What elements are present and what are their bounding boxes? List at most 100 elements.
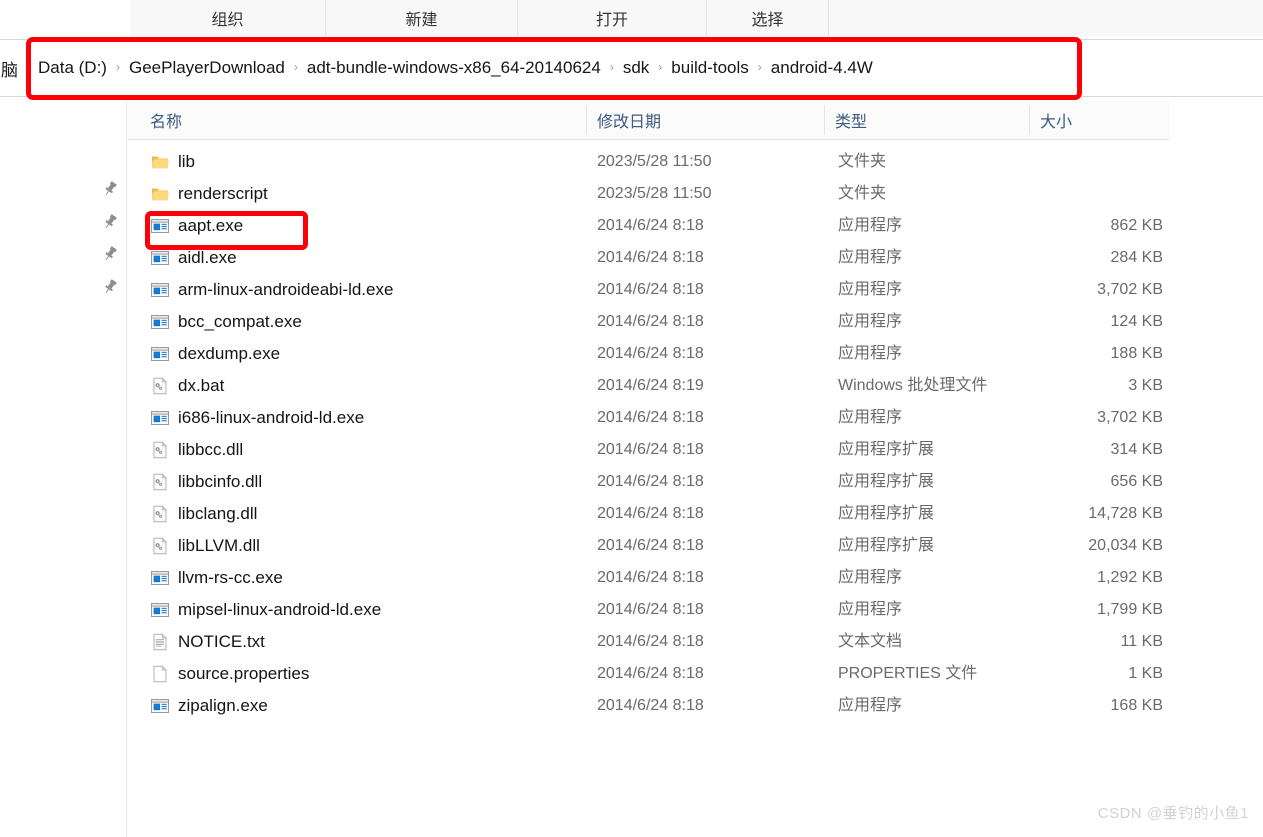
file-type: 应用程序 bbox=[838, 345, 903, 362]
exe-icon bbox=[150, 280, 170, 300]
column-header-size[interactable]: 大小 bbox=[1040, 101, 1072, 139]
file-name[interactable]: libbcinfo.dll bbox=[178, 466, 262, 498]
table-row[interactable]: libclang.dll 2014/6/24 8:18 应用程序扩展 14,728 K… bbox=[128, 498, 1263, 530]
column-header-name[interactable]: 名称 bbox=[150, 101, 182, 139]
file-modified-date: 2014/6/24 8:18 bbox=[597, 249, 704, 266]
table-row[interactable]: lib 2023/5/28 11:50 文件夹 bbox=[128, 146, 1263, 178]
file-modified-date: 2014/6/24 8:18 bbox=[597, 313, 704, 330]
column-header-type-label: 类型 bbox=[835, 114, 868, 131]
file-explorer-window: 组织 新建 打开 选择 脑 › Data (D:) › GeePlayerDow… bbox=[0, 0, 1263, 837]
table-row[interactable]: mipsel-linux-android-ld.exe 2014/6/24 8:1… bbox=[128, 594, 1263, 626]
file-name[interactable]: dx.bat bbox=[178, 370, 224, 402]
dll-icon bbox=[150, 440, 170, 460]
table-row[interactable]: llvm-rs-cc.exe 2014/6/24 8:18 应用程序 1,292 KB bbox=[128, 562, 1263, 594]
column-divider[interactable] bbox=[1029, 105, 1030, 135]
breadcrumb-truncated-root[interactable]: 脑 bbox=[0, 56, 20, 81]
file-size: 656 KB bbox=[1110, 473, 1163, 490]
pin-icon[interactable] bbox=[101, 245, 119, 263]
table-row[interactable]: bcc_compat.exe 2014/6/24 8:18 应用程序 124 KB bbox=[128, 306, 1263, 338]
file-name[interactable]: bcc_compat.exe bbox=[178, 306, 302, 338]
table-row[interactable]: aidl.exe 2014/6/24 8:18 应用程序 284 KB bbox=[128, 242, 1263, 274]
file-name[interactable]: zipalign.exe bbox=[178, 690, 268, 722]
table-row[interactable]: source.properties 2014/6/24 8:18 PROPERTIE… bbox=[128, 658, 1263, 690]
table-row[interactable]: aapt.exe 2014/6/24 8:18 应用程序 862 KB bbox=[128, 210, 1263, 242]
file-modified-date: 2014/6/24 8:19 bbox=[597, 377, 704, 394]
table-row[interactable]: libbcc.dll 2014/6/24 8:18 应用程序扩展 314 KB bbox=[128, 434, 1263, 466]
file-modified-date: 2014/6/24 8:18 bbox=[597, 505, 704, 522]
file-name[interactable]: source.properties bbox=[178, 658, 309, 690]
file-modified-date: 2014/6/24 8:18 bbox=[597, 409, 704, 426]
breadcrumb-item-adt-bundle[interactable]: adt-bundle-windows-x86_64-20140624 bbox=[303, 55, 605, 81]
file-name[interactable]: NOTICE.txt bbox=[178, 626, 265, 658]
breadcrumb-item-drive[interactable]: Data (D:) bbox=[34, 55, 111, 81]
column-header-row: 名称 修改日期 类型 大小 bbox=[128, 101, 1170, 140]
table-row[interactable]: arm-linux-androideabi-ld.exe 2014/6/24 8:… bbox=[128, 274, 1263, 306]
breadcrumb: 脑 › Data (D:) › GeePlayerDownload › adt-… bbox=[0, 44, 877, 92]
file-modified-date: 2014/6/24 8:18 bbox=[597, 697, 704, 714]
file-name[interactable]: dexdump.exe bbox=[178, 338, 280, 370]
chevron-right-icon: › bbox=[609, 60, 614, 74]
address-bar[interactable]: 脑 › Data (D:) › GeePlayerDownload › adt-… bbox=[0, 36, 1263, 100]
address-bar-top-divider bbox=[0, 39, 1263, 40]
chevron-right-icon: › bbox=[115, 60, 120, 74]
pin-icon[interactable] bbox=[101, 278, 119, 296]
file-size: 20,034 KB bbox=[1088, 537, 1163, 554]
file-type: 应用程序扩展 bbox=[838, 537, 935, 554]
column-header-size-label: 大小 bbox=[1040, 114, 1073, 131]
file-modified-date: 2014/6/24 8:18 bbox=[597, 281, 704, 298]
table-row[interactable]: libLLVM.dll 2014/6/24 8:18 应用程序扩展 20,034 KB bbox=[128, 530, 1263, 562]
dll-icon bbox=[150, 504, 170, 524]
file-name[interactable]: aidl.exe bbox=[178, 242, 237, 274]
file-name[interactable]: i686-linux-android-ld.exe bbox=[178, 402, 364, 434]
file-size: 3 KB bbox=[1128, 377, 1163, 394]
file-size: 124 KB bbox=[1110, 313, 1163, 330]
table-row[interactable]: libbcinfo.dll 2014/6/24 8:18 应用程序扩展 656 KB bbox=[128, 466, 1263, 498]
toolbar-button-organize[interactable]: 组织 bbox=[130, 0, 326, 36]
file-type: 文件夹 bbox=[838, 153, 887, 170]
column-divider[interactable] bbox=[586, 105, 587, 135]
file-name[interactable]: renderscript bbox=[178, 178, 268, 210]
table-row[interactable]: NOTICE.txt 2014/6/24 8:18 文本文档 11 KB bbox=[128, 626, 1263, 658]
exe-icon bbox=[150, 216, 170, 236]
file-type: 文本文档 bbox=[838, 633, 903, 650]
table-row[interactable]: renderscript 2023/5/28 11:50 文件夹 bbox=[128, 178, 1263, 210]
column-header-date-label: 修改日期 bbox=[597, 114, 662, 131]
pin-icon[interactable] bbox=[101, 180, 119, 198]
toolbar-button-open[interactable]: 打开 bbox=[518, 0, 707, 36]
file-name[interactable]: libLLVM.dll bbox=[178, 530, 260, 562]
pin-icon[interactable] bbox=[101, 213, 119, 231]
watermark: CSDN @垂钓的小鱼1 bbox=[1097, 805, 1249, 822]
file-name[interactable]: mipsel-linux-android-ld.exe bbox=[178, 594, 381, 626]
breadcrumb-item-geeplayerdownload[interactable]: GeePlayerDownload bbox=[125, 55, 289, 81]
file-name[interactable]: libbcc.dll bbox=[178, 434, 243, 466]
file-size: 3,702 KB bbox=[1097, 409, 1163, 426]
column-divider[interactable] bbox=[824, 105, 825, 135]
column-header-type[interactable]: 类型 bbox=[835, 101, 867, 139]
folder-icon bbox=[150, 184, 170, 204]
folder-icon bbox=[150, 152, 170, 172]
file-name[interactable]: arm-linux-androideabi-ld.exe bbox=[178, 274, 393, 306]
file-name[interactable]: llvm-rs-cc.exe bbox=[178, 562, 283, 594]
table-row[interactable]: dx.bat 2014/6/24 8:19 Windows 批处理文件 3 KB bbox=[128, 370, 1263, 402]
table-row[interactable]: i686-linux-android-ld.exe 2014/6/24 8:18 应… bbox=[128, 402, 1263, 434]
file-name[interactable]: lib bbox=[178, 146, 195, 178]
breadcrumb-item-android-44w[interactable]: android-4.4W bbox=[767, 55, 877, 81]
toolbar-button-select[interactable]: 选择 bbox=[707, 0, 829, 36]
file-size: 188 KB bbox=[1110, 345, 1163, 362]
toolbar: 组织 新建 打开 选择 bbox=[0, 0, 1263, 36]
file-modified-date: 2014/6/24 8:18 bbox=[597, 569, 704, 586]
exe-icon bbox=[150, 568, 170, 588]
address-bar-bottom-divider bbox=[0, 96, 1263, 97]
file-type: 应用程序 bbox=[838, 217, 903, 234]
file-name[interactable]: libclang.dll bbox=[178, 498, 257, 530]
column-header-date[interactable]: 修改日期 bbox=[597, 101, 661, 139]
table-row[interactable]: zipalign.exe 2014/6/24 8:18 应用程序 168 KB bbox=[128, 690, 1263, 722]
file-name[interactable]: aapt.exe bbox=[178, 210, 243, 242]
table-row[interactable]: dexdump.exe 2014/6/24 8:18 应用程序 188 KB bbox=[128, 338, 1263, 370]
toolbar-button-new[interactable]: 新建 bbox=[326, 0, 518, 36]
toolbar-button-organize-label: 组织 bbox=[211, 12, 244, 29]
file-type: 文件夹 bbox=[838, 185, 887, 202]
file-modified-date: 2014/6/24 8:18 bbox=[597, 217, 704, 234]
breadcrumb-item-build-tools[interactable]: build-tools bbox=[667, 55, 753, 81]
breadcrumb-item-sdk[interactable]: sdk bbox=[619, 55, 653, 81]
